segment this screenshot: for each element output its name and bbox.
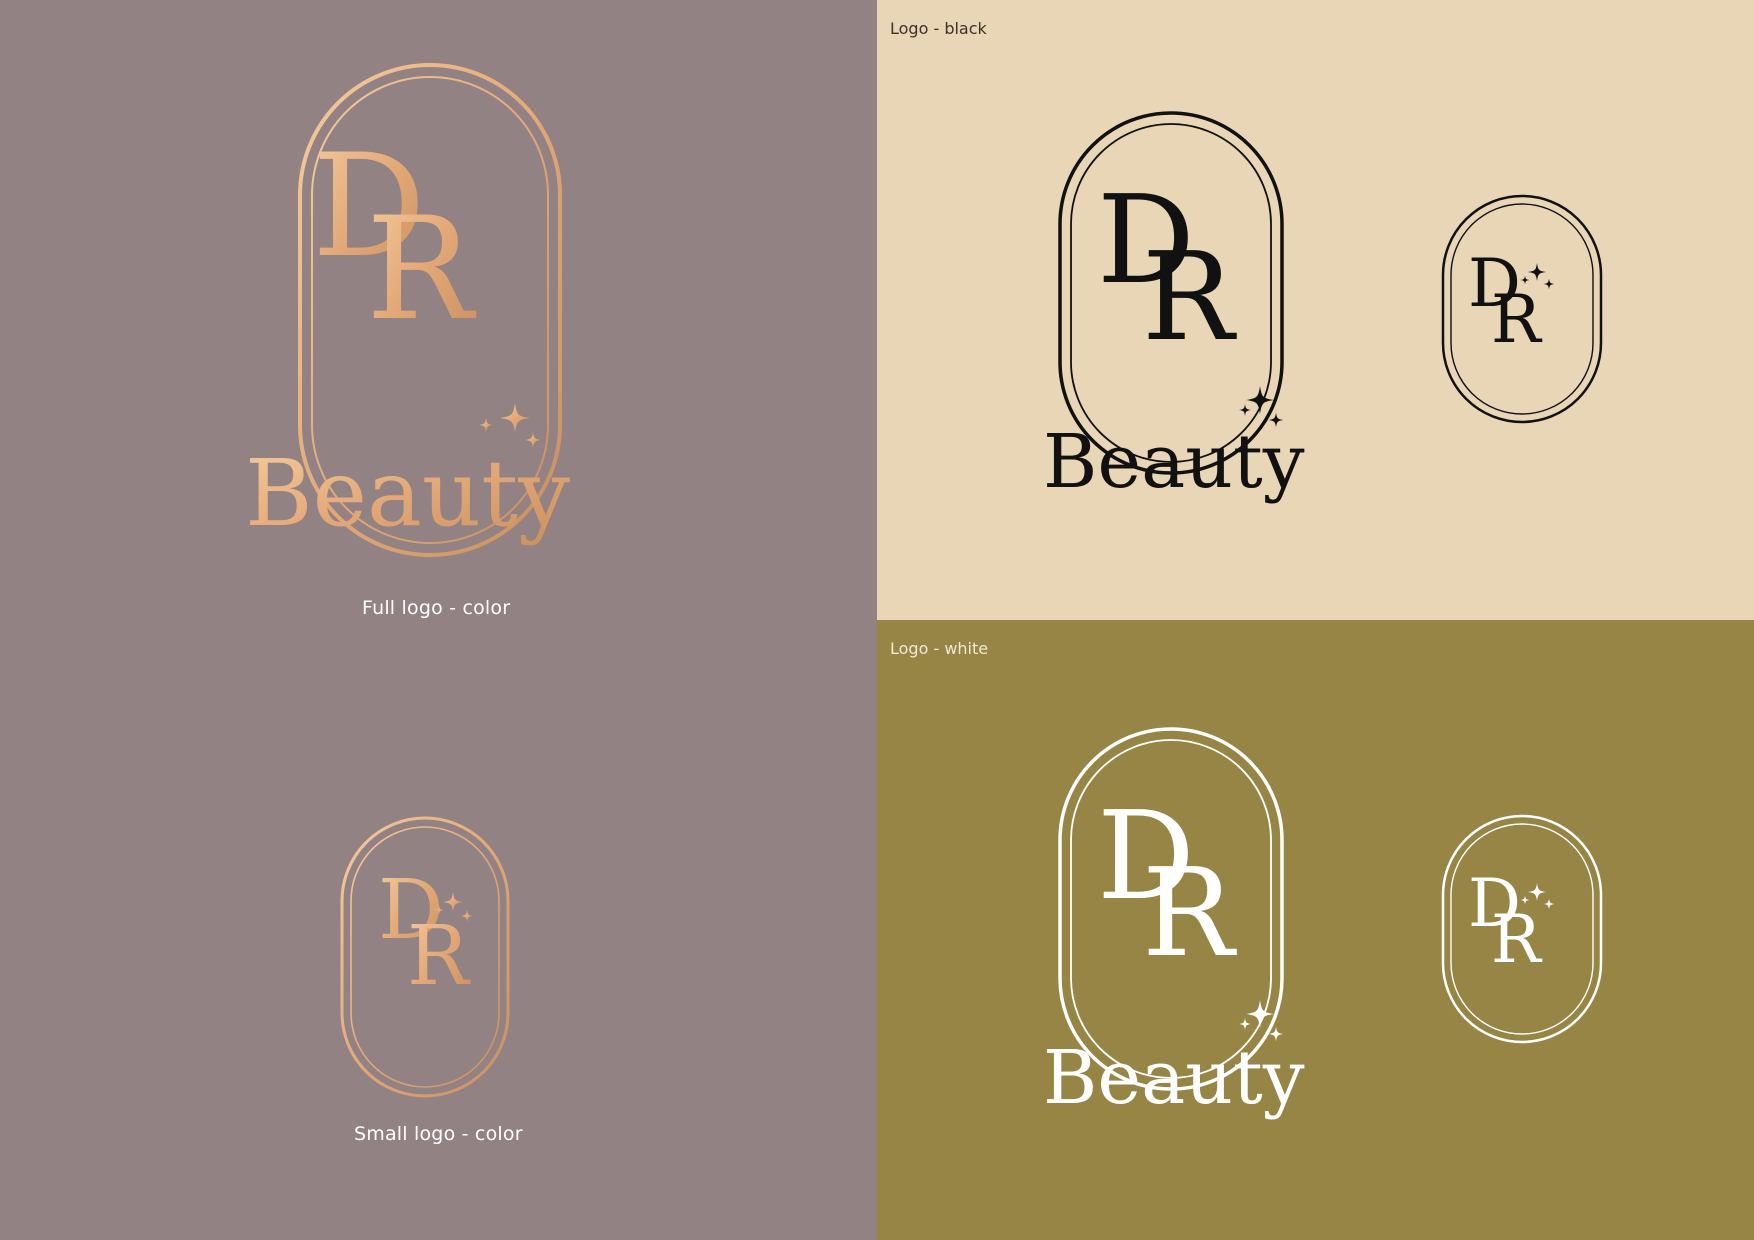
- small-logo-caption: Small logo - color: [354, 1123, 523, 1145]
- monogram-r: R: [407, 909, 471, 1004]
- small-logo-black: D R: [1441, 194, 1603, 424]
- small-logo-white: D R: [1441, 814, 1603, 1044]
- white-logo-panel: Logo - white D R Beauty D R: [877, 620, 1754, 1240]
- monogram-r: R: [1142, 842, 1237, 984]
- color-logo-panel: D R Beauty Full logo - color D R Small l…: [0, 0, 877, 1240]
- wordmark-beauty: Beauty: [245, 440, 570, 547]
- monogram-r: R: [1491, 901, 1543, 978]
- panel-label: Logo - white: [890, 639, 989, 658]
- full-logo-color: D R Beauty: [245, 63, 570, 557]
- full-logo-white: D R Beauty: [1043, 727, 1305, 1121]
- monogram-r: R: [366, 187, 477, 352]
- monogram-r: R: [1491, 281, 1543, 358]
- full-logo-black: D R Beauty: [1043, 111, 1305, 505]
- monogram-r: R: [1142, 226, 1237, 368]
- panel-label: Logo - black: [890, 19, 987, 38]
- black-logo-panel: Logo - black D R Beauty D R: [877, 0, 1754, 620]
- full-logo-caption: Full logo - color: [362, 597, 511, 619]
- wordmark-beauty: Beauty: [1043, 1035, 1305, 1121]
- small-logo-color: D R: [340, 816, 510, 1098]
- wordmark-beauty: Beauty: [1043, 419, 1305, 505]
